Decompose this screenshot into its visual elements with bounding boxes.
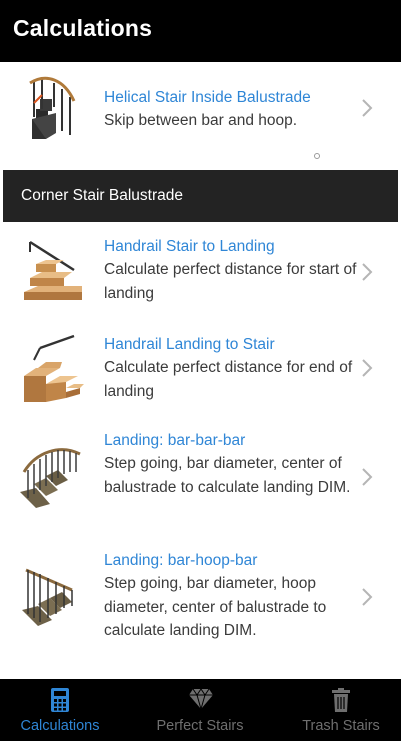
item-description: Step going, bar diameter, hoop diameter,… (104, 575, 327, 639)
chevron-right-icon (362, 468, 373, 486)
item-title: Handrail Stair to Landing (104, 238, 275, 255)
calculator-icon (51, 688, 69, 712)
diamond-icon (189, 688, 213, 710)
bar-hoop-bar-thumbnail (22, 568, 73, 626)
item-description: Calculate perfect distance for end of la… (104, 359, 353, 400)
list-item-landing-to-stair[interactable]: Handrail Landing to Stair Calculate perf… (0, 322, 401, 420)
tab-label: Perfect Stairs (156, 718, 244, 734)
tab-label: Calculations (20, 718, 100, 734)
section-header-corner-stair: Corner Stair Balustrade (3, 170, 398, 222)
tab-label: Trash Stairs (302, 718, 380, 734)
item-title: Helical Stair Inside Balustrade (104, 89, 311, 106)
item-description: Step going, bar diameter, center of balu… (104, 455, 351, 496)
chevron-right-icon (362, 99, 373, 117)
item-title: Landing: bar-bar-bar (104, 432, 246, 449)
tab-perfect-stairs[interactable]: Perfect Stairs (140, 679, 260, 741)
item-description: Skip between bar and hoop. (104, 112, 298, 129)
scroll-indicator-dot (314, 153, 320, 159)
section-title: Corner Stair Balustrade (21, 187, 183, 204)
chevron-right-icon (362, 588, 373, 606)
tab-calculations[interactable]: Calculations (0, 679, 120, 741)
tab-bar: Calculations Perfect Stairs Trash Stairs (0, 679, 401, 741)
nav-header: Calculations (0, 0, 401, 62)
tab-trash-stairs[interactable]: Trash Stairs (281, 679, 401, 741)
chevron-right-icon (362, 263, 373, 281)
list-item-bar-bar-bar[interactable]: Landing: bar-bar-bar Step going, bar dia… (0, 420, 401, 538)
item-description: Calculate perfect distance for start of … (104, 261, 357, 302)
list-item-bar-hoop-bar[interactable]: Landing: bar-hoop-bar Step going, bar di… (0, 538, 401, 658)
trash-icon (332, 688, 350, 712)
chevron-right-icon (362, 359, 373, 377)
list-item-helical-stair[interactable]: Helical Stair Inside Balustrade Skip bet… (0, 62, 401, 170)
bar-bar-bar-thumbnail (20, 448, 81, 508)
page-title: Calculations (13, 15, 153, 41)
stair-to-landing-thumbnail (24, 240, 82, 300)
item-title: Handrail Landing to Stair (104, 336, 275, 353)
helical-stair-thumbnail (29, 77, 76, 139)
landing-to-stair-thumbnail (24, 334, 84, 402)
list-item-stair-to-landing[interactable]: Handrail Stair to Landing Calculate perf… (0, 222, 401, 322)
item-title: Landing: bar-hoop-bar (104, 552, 258, 569)
